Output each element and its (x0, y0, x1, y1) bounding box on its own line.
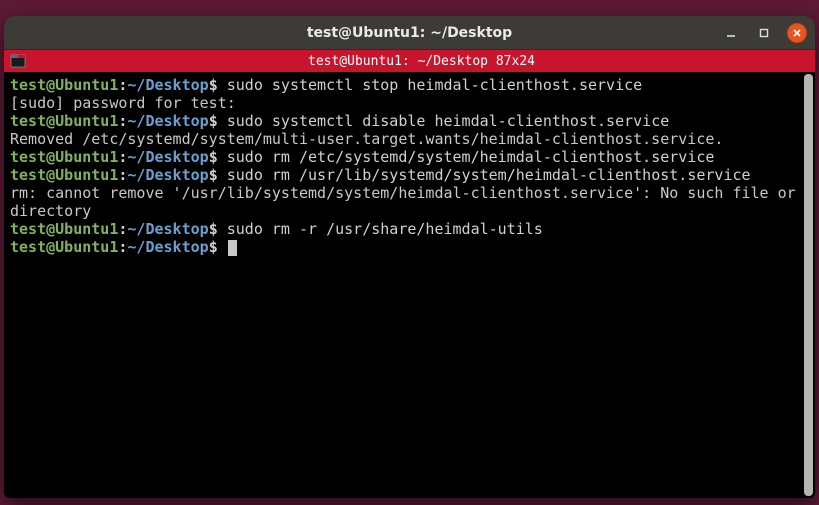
prompt-dollar: $ (209, 76, 218, 94)
prompt-dollar: $ (209, 112, 218, 130)
terminal-body-wrap: test@Ubuntu1:~/Desktop$ sudo systemctl s… (4, 72, 815, 498)
minimize-button[interactable] (721, 23, 741, 43)
terminal-body[interactable]: test@Ubuntu1:~/Desktop$ sudo systemctl s… (4, 72, 804, 498)
prompt-userhost: test@Ubuntu1 (10, 166, 118, 184)
prompt-dollar: $ (209, 220, 218, 238)
output-line: rm: cannot remove '/usr/lib/systemd/syst… (10, 184, 805, 220)
output-line: [sudo] password for test: (10, 94, 236, 112)
prompt-path: ~/Desktop (127, 148, 208, 166)
prompt-path: ~/Desktop (127, 166, 208, 184)
cmd-line: sudo systemctl stop heimdal-clienthost.s… (218, 76, 642, 94)
scrollbar[interactable] (804, 72, 815, 498)
prompt-dollar: $ (209, 238, 218, 256)
cmd-line: sudo systemctl disable heimdal-clienthos… (218, 112, 670, 130)
window-buttons (721, 16, 807, 50)
tab-bar: test@Ubuntu1: ~/Desktop 87x24 (4, 50, 815, 72)
prompt-userhost: test@Ubuntu1 (10, 112, 118, 130)
prompt-userhost: test@Ubuntu1 (10, 220, 118, 238)
cmd-line: sudo rm -r /usr/share/heimdal-utils (218, 220, 543, 238)
prompt-path: ~/Desktop (127, 76, 208, 94)
cmd-line: sudo rm /etc/systemd/system/heimdal-clie… (218, 148, 715, 166)
prompt-path: ~/Desktop (127, 112, 208, 130)
close-button[interactable] (787, 23, 807, 43)
prompt-dollar: $ (209, 166, 218, 184)
output-line: Removed /etc/systemd/system/multi-user.t… (10, 130, 723, 148)
new-tab-icon[interactable] (8, 52, 28, 70)
terminal-window: test@Ubuntu1: ~/Desktop test@Ubuntu1: ~/… (4, 16, 815, 498)
scrollbar-thumb[interactable] (804, 74, 813, 496)
prompt-userhost: test@Ubuntu1 (10, 76, 118, 94)
prompt-dollar: $ (209, 148, 218, 166)
cmd-line: sudo rm /usr/lib/systemd/system/heimdal-… (218, 166, 751, 184)
prompt-userhost: test@Ubuntu1 (10, 238, 118, 256)
window-title: test@Ubuntu1: ~/Desktop (4, 25, 815, 41)
cursor (228, 240, 237, 256)
prompt-path: ~/Desktop (127, 220, 208, 238)
tab-label[interactable]: test@Ubuntu1: ~/Desktop 87x24 (28, 54, 815, 69)
prompt-path: ~/Desktop (127, 238, 208, 256)
prompt-userhost: test@Ubuntu1 (10, 148, 118, 166)
maximize-button[interactable] (754, 23, 774, 43)
titlebar[interactable]: test@Ubuntu1: ~/Desktop (4, 16, 815, 50)
